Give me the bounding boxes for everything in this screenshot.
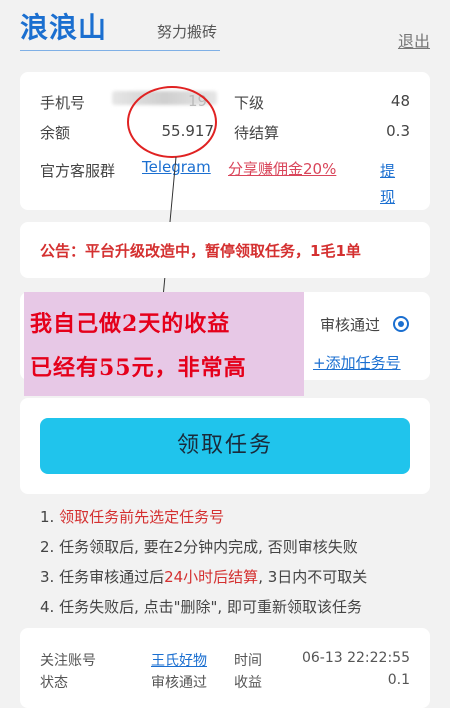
add-task-account-link[interactable]: +添加任务号 [313,352,401,373]
follow-account-link[interactable]: 王氏好物 [151,650,207,670]
withdraw-link[interactable]: 提现 [380,158,400,210]
rule-item: 3. 任务审核通过后24小时后结算, 3日内不可取关 [40,568,368,586]
app-title: 浪浪山 [20,11,108,44]
rule-item: 2. 任务领取后, 要在2分钟内完成, 否则审核失败 [40,538,358,556]
review-status-label: 审核通过 [320,316,381,334]
income-label: 收益 [234,675,262,691]
account-info-card: 手机号 19 下级 48 余额 55.917 待结算 0.3 官方客服群 Tel… [20,72,430,210]
notice-card: 公告：平台升级改造中，暂停领取任务，1毛1单 [20,222,430,278]
app-subtitle: 努力搬砖 [157,23,218,41]
promo-line-1: 我自己做2天的收益 [30,311,231,337]
rule-item: 4. 任务失败后, 点击"删除", 即可重新领取该任务 [40,598,362,616]
pending-label: 待结算 [234,124,280,142]
follow-account-label: 关注账号 [40,653,96,669]
time-value: 06-13 22:22:55 [301,650,410,666]
balance-label: 余额 [40,124,71,142]
task-record-card: 关注账号 王氏好物 时间 06-13 22:22:55 状态 审核通过 收益 0… [20,628,430,708]
annotation-circle [127,86,217,158]
telegram-link[interactable]: Telegram [142,158,211,176]
task-account-radio[interactable] [393,316,409,332]
promo-line-2: 已经有55元，非常高 [30,355,247,381]
logout-link[interactable]: 退出 [398,28,430,52]
pending-value: 0.3 [386,122,410,140]
subordinate-value: 48 [390,92,410,110]
share-commission-link[interactable]: 分享赚佣金20% [228,158,336,179]
app-header: 浪浪山 努力搬砖 退出 [0,0,450,62]
promo-overlay: 我自己做2天的收益 已经有55元，非常高 [24,292,304,396]
subordinate-label: 下级 [234,94,265,112]
claim-task-card: 领取任务 [20,398,430,494]
title-underline [20,50,220,51]
service-group-label: 官方客服群 [40,162,116,180]
claim-task-button[interactable]: 领取任务 [40,418,410,474]
status-label: 状态 [40,675,68,691]
rule-item: 1. 领取任务前先选定任务号 [40,508,225,526]
status-value: 审核通过 [151,675,207,691]
phone-label: 手机号 [40,94,86,112]
income-value: 0.1 [387,672,410,688]
time-label: 时间 [234,653,262,669]
notice-text: 公告：平台升级改造中，暂停领取任务，1毛1单 [40,242,361,260]
